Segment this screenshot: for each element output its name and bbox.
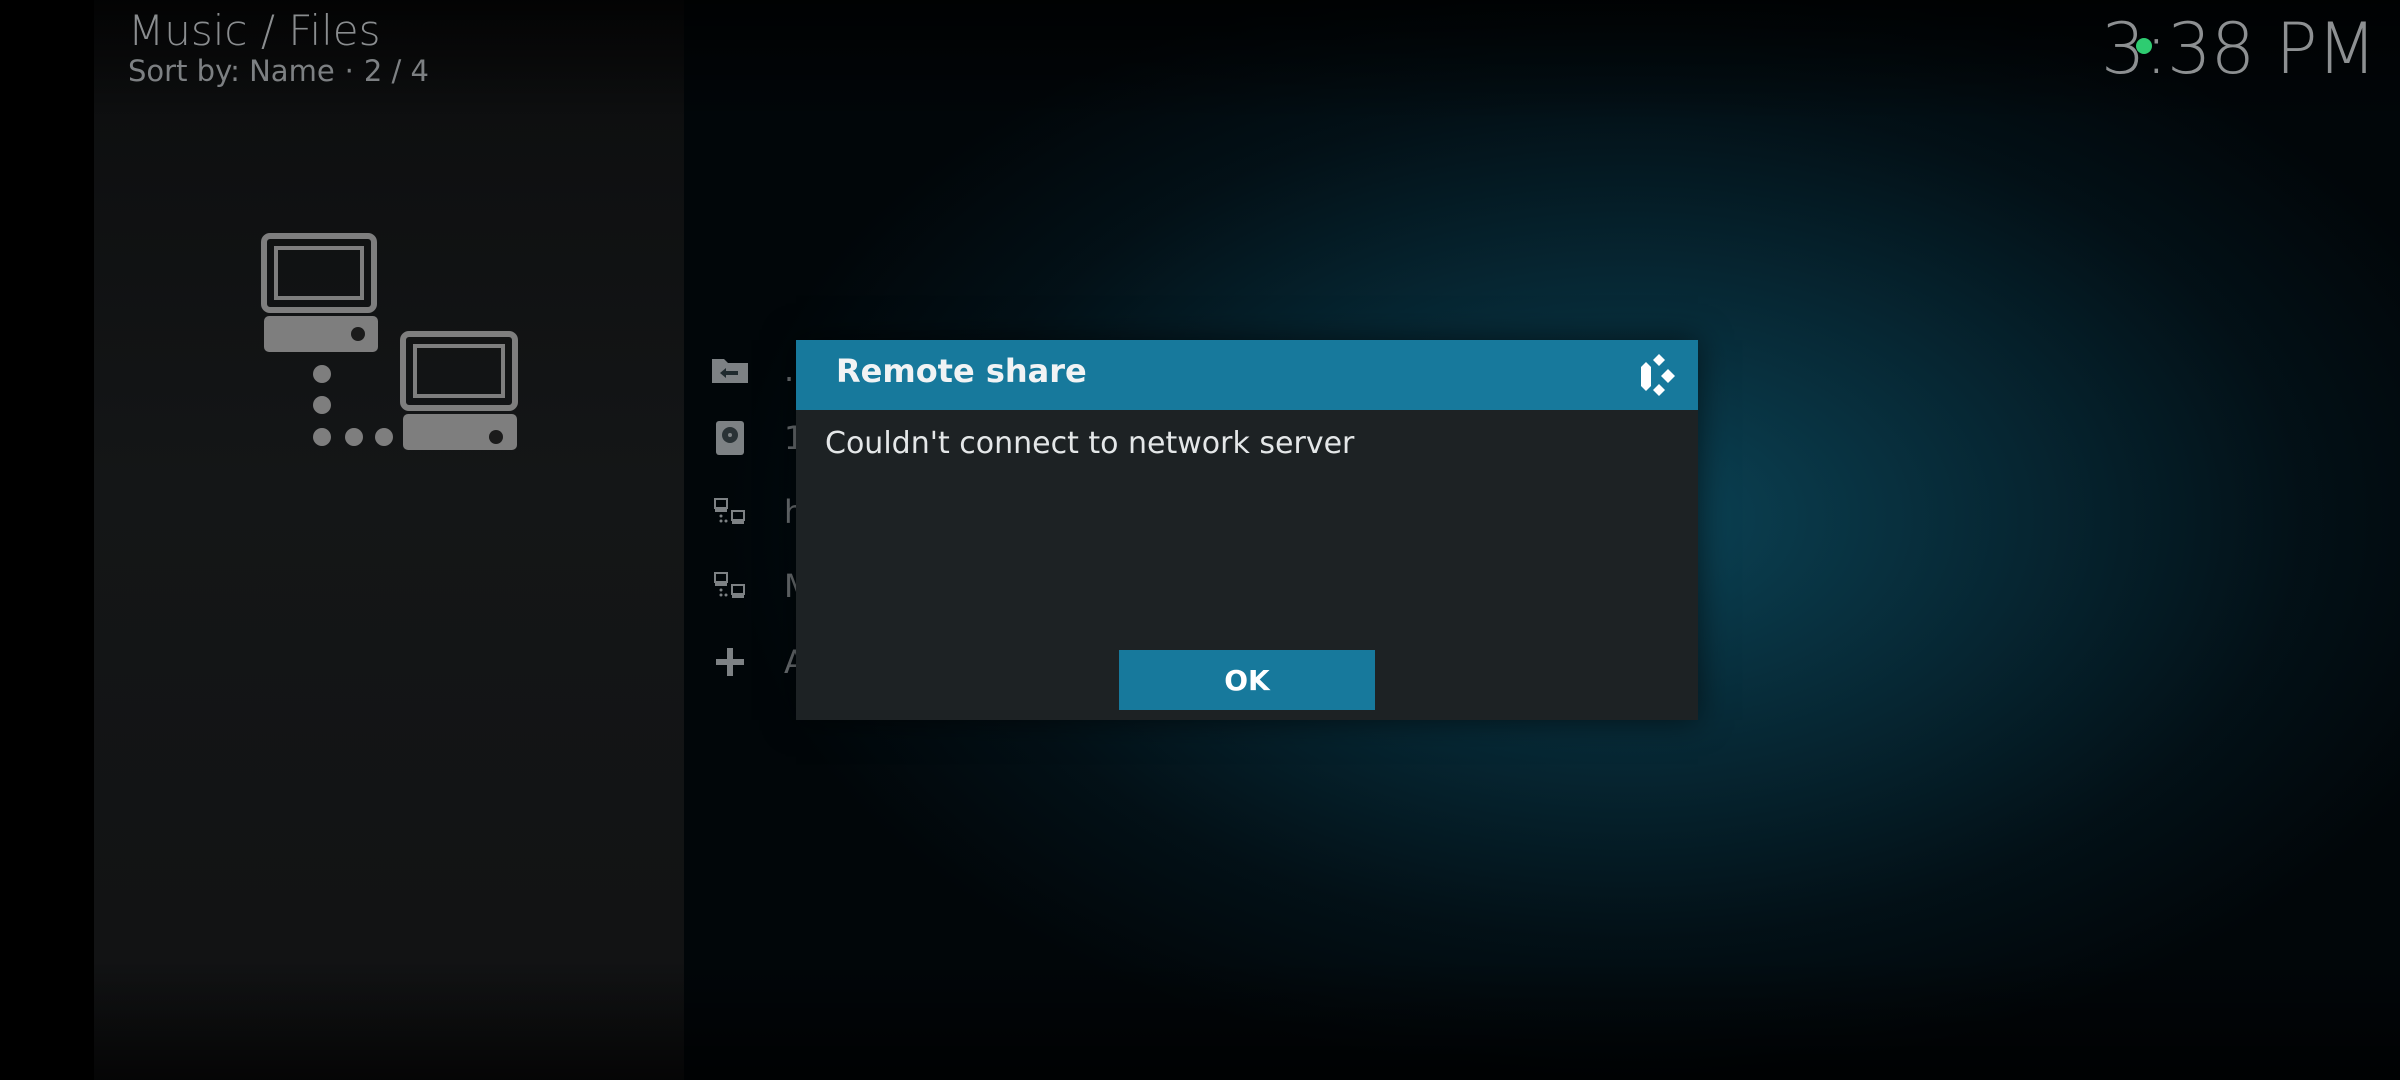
network-share-icon (700, 482, 760, 542)
kodi-logo-icon (1641, 354, 1675, 396)
network-computers-icon (261, 233, 518, 450)
dialog-header: Remote share (796, 340, 1698, 410)
add-icon (700, 632, 760, 692)
folder-back-icon (700, 340, 760, 400)
page-title: Music / Files (128, 6, 381, 55)
kodi-screen: Music / Files Sort by: Name · 2 / 4 3:38 P… (0, 0, 2400, 1080)
separator-dot: · (344, 54, 354, 88)
sort-label: Sort by: Name (128, 54, 335, 88)
hard-drive-icon (700, 408, 760, 468)
dialog-title: Remote share (836, 352, 1087, 390)
sort-info[interactable]: Sort by: Name · 2 / 4 (128, 54, 429, 88)
network-share-icon (700, 556, 760, 616)
remote-share-dialog: Remote share Couldn't connect to network… (796, 340, 1698, 720)
left-info-panel (94, 0, 684, 1080)
ok-button[interactable]: OK (1119, 650, 1375, 710)
bottom-shade (0, 960, 2400, 1080)
dialog-message: Couldn't connect to network server (825, 426, 1355, 461)
status-indicator-icon (2136, 38, 2152, 54)
left-edge-bar (0, 0, 94, 1080)
item-position: 2 / 4 (363, 54, 429, 88)
